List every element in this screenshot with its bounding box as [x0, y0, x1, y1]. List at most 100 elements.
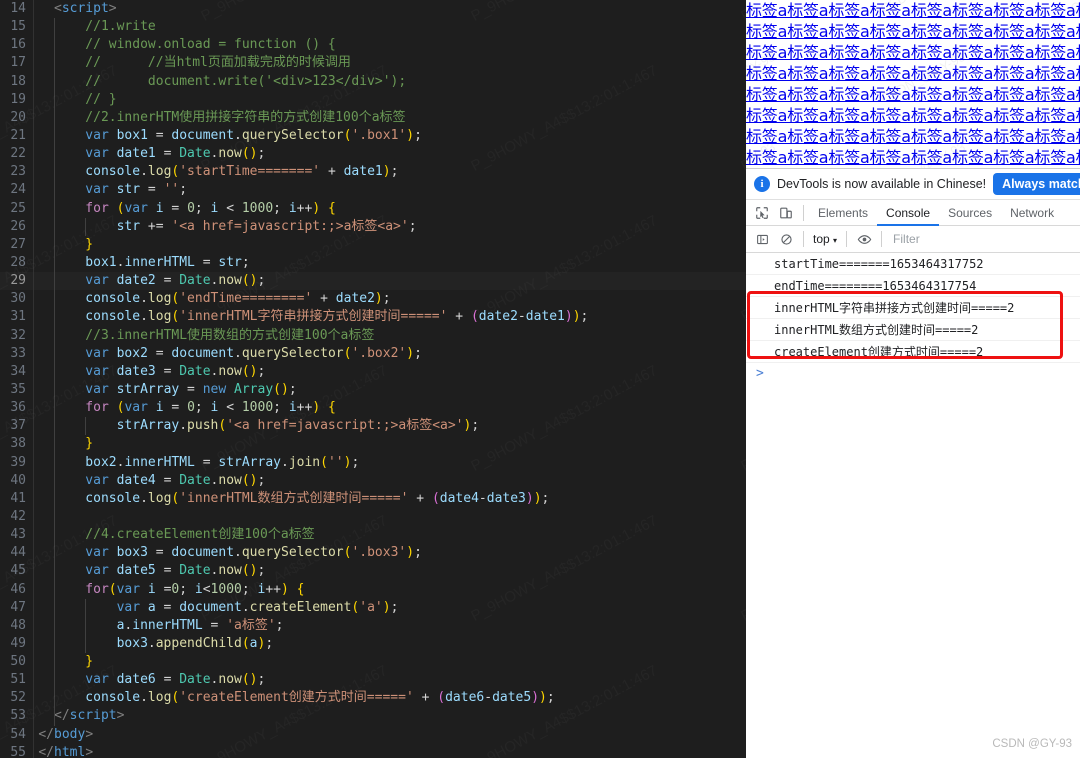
code-line[interactable]: 21 var box1 = document.querySelector('.bo… [0, 126, 746, 146]
code-line-text[interactable]: var box3 = document.querySelector('.box3… [34, 544, 746, 563]
console-log-row[interactable]: innerHTML字符串拼接方式创建时间=====2 [746, 297, 1080, 319]
code-line-text[interactable]: box2.innerHTML = strArray.join(''); [34, 453, 746, 472]
code-line[interactable]: 35 var strArray = new Array(); [0, 380, 746, 400]
code-line[interactable]: 53 </script> [0, 707, 746, 726]
code-line-text[interactable]: var str = ''; [34, 181, 746, 200]
code-line-text[interactable]: <script> [34, 0, 746, 18]
console-log-row[interactable]: endTime========1653464317754 [746, 275, 1080, 297]
code-line-text[interactable]: console.log('startTime=======' + date1); [34, 163, 746, 182]
code-line[interactable]: 39 box2.innerHTML = strArray.join(''); [0, 453, 746, 472]
code-line[interactable]: 31 console.log ('innerHTML字符串拼接方式创建时间=====… [0, 308, 746, 327]
code-line[interactable]: 38} [0, 435, 746, 454]
code-line-text[interactable]: var date4 = Date.now(); [34, 471, 746, 490]
a-tag-link[interactable]: 标签a标签a标签a标签a标签a标签a标签a标签a标签a标签a标签a标签a [746, 147, 1080, 168]
code-line-text[interactable]: var date2 = Date.now(); [34, 272, 746, 291]
code-line[interactable]: 44 var box3 = document.querySelector('.bo… [0, 544, 746, 563]
code-line[interactable]: 16 // window.onload = function () { [0, 36, 746, 55]
inspect-element-icon[interactable] [750, 201, 774, 225]
console-filter-input[interactable] [891, 229, 1080, 249]
code-editor-pane[interactable]: P_9HOWY_A4$$13:2:01:1:467P_9HOWY_A4$$13:… [0, 0, 746, 758]
code-line-text[interactable]: var date6 = Date.now(); [34, 671, 746, 690]
device-toolbar-icon[interactable] [774, 201, 798, 225]
code-line[interactable]: 19 // } [0, 90, 746, 109]
code-line-text[interactable]: var box1 = document.querySelector('.box1… [34, 126, 746, 146]
tab-console[interactable]: Console [877, 200, 939, 226]
code-line-text[interactable]: str += '<a href=javascript:;>a标签<a>'; [34, 217, 746, 236]
code-line[interactable]: 14 <script> [0, 0, 746, 19]
code-line[interactable]: 22 var date1 = Date.now(); [0, 145, 746, 164]
code-line[interactable]: 20 //2.innerHTM使用拼接字符串的方式创建100个a标签 [0, 108, 746, 127]
code-line[interactable]: 23 console.log('startTime=======' + date1… [0, 163, 746, 182]
code-line[interactable]: 27} [0, 235, 746, 254]
code-line[interactable]: 17 // //当html页面加载完成的时候调用 [0, 54, 746, 73]
code-line-text[interactable]: for (var i = 0; i < 1000; i++) { [34, 399, 746, 418]
code-line-text[interactable]: // } [34, 90, 746, 109]
tab-elements[interactable]: Elements [809, 200, 877, 226]
code-line[interactable]: 32 //3.innerHTML使用数组的方式创建100个a标签 [0, 326, 746, 345]
console-log-row[interactable]: createElement创建方式时间=====2 [746, 341, 1080, 363]
code-line-text[interactable]: var box2 = document.querySelector('.box2… [34, 344, 746, 363]
code-line[interactable]: 43 //4.createElement创建100个a标签 [0, 526, 746, 545]
code-line-text[interactable]: </html> [34, 744, 746, 758]
code-line[interactable]: 30 console.log('endTime========' + date2)… [0, 290, 746, 309]
code-line[interactable]: 37 strArray.push('<a href=javascript:;>a标… [0, 417, 746, 436]
console-toolbar[interactable]: top ▾ [746, 226, 1080, 253]
code-line[interactable]: 41 console.log ('innerHTML数组方式创建时间=====' +… [0, 489, 746, 508]
code-line-text[interactable]: box1.innerHTML = str; [34, 253, 746, 273]
code-line[interactable]: 18 // document.write('<div>123</div>'); [0, 72, 746, 91]
code-line-text[interactable]: console.log ('createElement创建方式时间=====' +… [34, 689, 746, 708]
code-line[interactable]: 34 var date3 = Date.now(); [0, 362, 746, 381]
code-line[interactable]: 36 for (var i = 0; i < 1000; i++) { [0, 399, 746, 418]
code-line-text[interactable]: box3.appendChild(a); [34, 634, 746, 654]
code-line[interactable]: 26 str += '<a href=javascript:;>a标签<a>'; [0, 217, 746, 236]
code-line-text[interactable]: } [34, 435, 746, 454]
code-line-text[interactable]: //2.innerHTM使用拼接字符串的方式创建100个a标签 [34, 108, 746, 127]
code-line[interactable]: 51 var date6 = Date.now(); [0, 671, 746, 690]
devtools-panel[interactable]: i DevTools is now available in Chinese! … [746, 168, 1080, 758]
execution-context-dropdown[interactable]: top ▾ [809, 232, 841, 246]
tab-network[interactable]: Network [1001, 200, 1063, 226]
tab-sources[interactable]: Sources [939, 200, 1001, 226]
console-message-list[interactable]: startTime=======1653464317752 endTime====… [746, 253, 1080, 758]
code-line-list[interactable]: 14 <script> 15//1.write 16// window.onload … [0, 0, 746, 758]
code-line[interactable]: 52 console.log ('createElement创建方式时间====='… [0, 689, 746, 708]
code-line-text[interactable]: // window.onload = function () { [34, 36, 746, 55]
code-line[interactable]: 54 </body> [0, 725, 746, 744]
code-line-text[interactable]: // //当html页面加载完成的时候调用 [34, 54, 746, 73]
a-tag-link[interactable]: 标签a标签a标签a标签a标签a标签a标签a标签a标签a标签a标签a标签a [746, 0, 1080, 21]
code-line-text[interactable]: console.log('innerHTML字符串拼接方式创建时间=====' … [34, 308, 746, 327]
code-line-text[interactable]: } [34, 235, 746, 254]
a-tag-link[interactable]: 标签a标签a标签a标签a标签a标签a标签a标签a标签a标签a标签a标签a [746, 84, 1080, 105]
code-line-text[interactable]: } [34, 653, 746, 672]
console-sidebar-icon[interactable] [750, 227, 774, 251]
a-tag-link-list[interactable]: 标签a标签a标签a标签a标签a标签a标签a标签a 标签a标签a标签a标签a标签a标… [746, 0, 1080, 168]
code-line-text[interactable]: a.innerHTML = 'a标签'; [34, 616, 746, 635]
code-line[interactable]: 48 a.innerHTML = 'a标签'; [0, 616, 746, 635]
code-line-text[interactable]: for(var i =0; i<1000; i++) { [34, 580, 746, 599]
always-match-language-button[interactable]: Always match Ch [993, 173, 1080, 195]
code-line[interactable]: 46 for(var i =0; i<1000; i++) { [0, 580, 746, 599]
code-line-text[interactable]: console.log('innerHTML数组方式创建时间=====' + (… [34, 489, 746, 508]
code-line-text[interactable]: var strArray = new Array(); [34, 380, 746, 400]
code-line-text[interactable]: //1.write [34, 18, 746, 37]
a-tag-link[interactable]: 标签a标签a标签a标签a标签a标签a标签a标签a标签a标签a标签a标签a [746, 42, 1080, 63]
code-line-text[interactable]: strArray.push('<a href=javascript:;>a标签<… [34, 417, 746, 436]
a-tag-link[interactable]: 标签a标签a标签a标签a标签a标签a标签a标签a标签a标签a标签a标签a [746, 126, 1080, 147]
code-line[interactable]: 47 var a = document.createElement('a'); [0, 598, 746, 617]
code-line[interactable]: 55 </html> [0, 743, 746, 758]
clear-console-icon[interactable] [774, 227, 798, 251]
code-line[interactable]: 42 [0, 507, 746, 527]
a-tag-link[interactable]: 标签a标签a标签a标签a标签a标签a标签a标签a标签a标签a标签a标签a [746, 63, 1080, 84]
a-tag-link[interactable]: 标签a标签a标签a标签a标签a标签a标签a标签a标签a标签a标签a标签a [746, 21, 1080, 42]
code-line-text[interactable]: for (var i = 0; i < 1000; i++) { [34, 199, 746, 218]
code-line-text[interactable]: </body> [34, 726, 746, 744]
code-line-text[interactable]: </script> [34, 707, 746, 726]
code-line[interactable]: 15 //1.write [0, 18, 746, 37]
code-line[interactable]: 29 var date2 = Date.now(); [0, 272, 746, 291]
console-log-row[interactable]: startTime=======1653464317752 [746, 253, 1080, 275]
code-line-text[interactable]: var date5 = Date.now(); [34, 562, 746, 581]
code-line[interactable]: 24 var str = ''; [0, 181, 746, 200]
a-tag-link[interactable]: 标签a标签a标签a标签a标签a标签a标签a标签a标签a标签a标签a标签a [746, 105, 1080, 126]
code-line-text[interactable]: var a = document.createElement('a'); [34, 598, 746, 617]
code-line-text[interactable] [34, 507, 746, 527]
